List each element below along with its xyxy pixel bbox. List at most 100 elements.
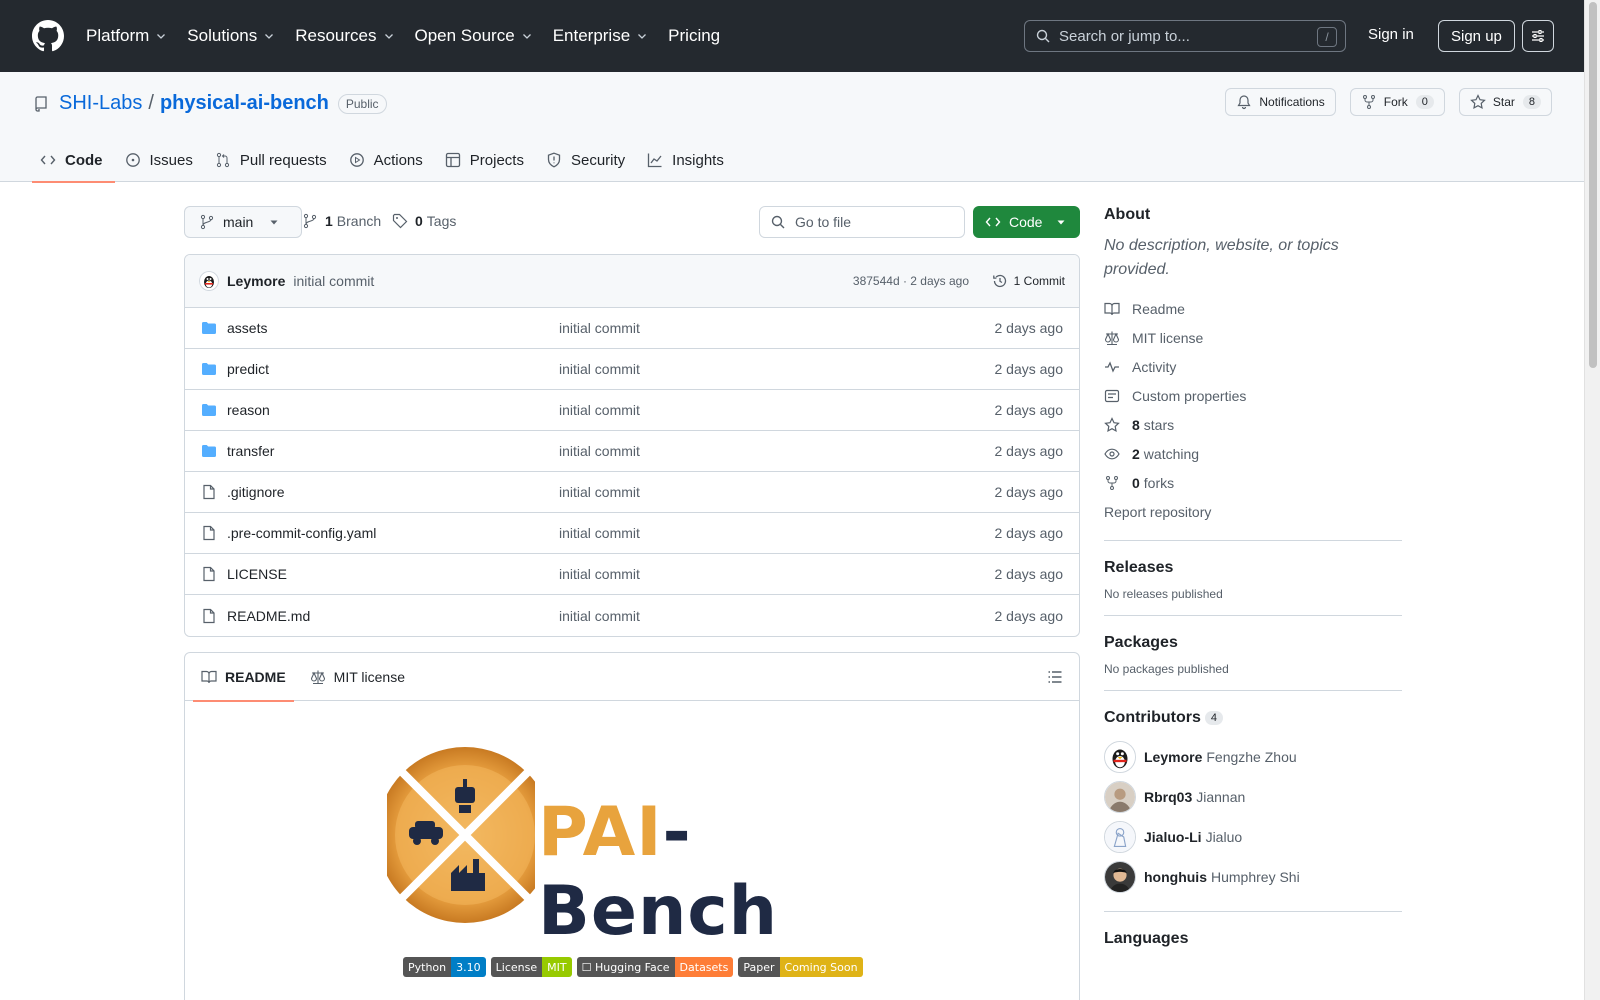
forks-link[interactable]: 0 forks: [1104, 468, 1402, 497]
nav-enterprise[interactable]: Enterprise: [553, 26, 648, 46]
tab-insights[interactable]: Insights: [639, 138, 736, 182]
commit-author-link[interactable]: Leymore: [227, 273, 285, 289]
contributor-login: Jialuo-Li: [1144, 829, 1202, 845]
tab-security[interactable]: Security: [538, 138, 637, 182]
file-commit-message[interactable]: initial commit: [559, 566, 640, 582]
tab-projects[interactable]: Projects: [437, 138, 536, 182]
contributor-row[interactable]: honghuis Humphrey Shi: [1104, 857, 1402, 897]
tab-actions[interactable]: Actions: [341, 138, 435, 182]
report-repository-link[interactable]: Report repository: [1104, 497, 1402, 526]
note-icon: [1104, 389, 1120, 402]
file-name-link[interactable]: .gitignore: [227, 484, 285, 500]
penguin-avatar[interactable]: [199, 271, 219, 291]
hugging-face-badge[interactable]: ☐ Hugging Face Datasets: [576, 957, 734, 977]
nav-pricing[interactable]: Pricing: [668, 26, 720, 46]
file-name-link[interactable]: .pre-commit-config.yaml: [227, 525, 376, 541]
paper-badge[interactable]: Paper Coming Soon: [738, 957, 863, 977]
file-commit-message[interactable]: initial commit: [559, 608, 640, 624]
commit-history-link[interactable]: 1 Commit: [992, 273, 1065, 289]
contributor-name: Fengzhe Zhou: [1206, 749, 1297, 765]
star-button[interactable]: Star 8: [1458, 88, 1552, 116]
file-commit-message[interactable]: initial commit: [559, 402, 640, 418]
branches-link[interactable]: 1 Branch: [302, 213, 381, 229]
file-date: 2 days ago: [994, 566, 1064, 582]
nav-platform[interactable]: Platform: [86, 26, 167, 46]
file-name-link[interactable]: predict: [227, 361, 269, 377]
go-to-file-placeholder: Go to file: [795, 214, 852, 230]
sign-in-link[interactable]: Sign in: [1368, 26, 1414, 43]
avatar[interactable]: [1104, 821, 1136, 853]
search-shortcut-hint: /: [1317, 27, 1337, 47]
file-date: 2 days ago: [994, 402, 1064, 418]
notifications-label: Notifications: [1259, 95, 1325, 109]
file-commit-message[interactable]: initial commit: [559, 484, 640, 500]
commit-message-link[interactable]: initial commit: [293, 273, 374, 289]
custom-properties-link[interactable]: Custom properties: [1104, 381, 1402, 410]
contributors-heading[interactable]: Contributors 4: [1104, 709, 1402, 727]
nav-resources[interactable]: Resources: [295, 26, 394, 46]
filter-menu-button[interactable]: [1522, 20, 1554, 52]
file-commit-message[interactable]: initial commit: [559, 361, 640, 377]
watching-link[interactable]: 2 watching: [1104, 439, 1402, 468]
table-row[interactable]: assets initial commit 2 days ago: [185, 308, 1079, 349]
global-search-input[interactable]: Search or jump to... /: [1024, 20, 1346, 52]
file-commit-message[interactable]: initial commit: [559, 525, 640, 541]
license-link[interactable]: MIT license: [1104, 323, 1402, 352]
avatar[interactable]: [1104, 781, 1136, 813]
avatar[interactable]: [1104, 741, 1136, 773]
code-dropdown-button[interactable]: Code: [973, 206, 1080, 238]
stars-link[interactable]: 8 stars: [1104, 410, 1402, 439]
file-name-link[interactable]: README.md: [227, 608, 310, 624]
readme-link[interactable]: Readme: [1104, 294, 1402, 323]
table-row[interactable]: LICENSE initial commit 2 days ago: [185, 554, 1079, 595]
license-badge[interactable]: License MIT: [490, 957, 572, 977]
go-to-file-input[interactable]: Go to file: [759, 206, 965, 238]
graph-icon: [648, 153, 662, 168]
table-row[interactable]: .pre-commit-config.yaml initial commit 2…: [185, 513, 1079, 554]
notifications-button[interactable]: Notifications: [1225, 88, 1336, 116]
table-row[interactable]: .gitignore initial commit 2 days ago: [185, 472, 1079, 513]
contributor-row[interactable]: Rbrq03 Jiannan: [1104, 777, 1402, 817]
nav-solutions[interactable]: Solutions: [187, 26, 275, 46]
file-name-link[interactable]: assets: [227, 320, 267, 336]
packages-heading[interactable]: Packages: [1104, 634, 1402, 652]
tab-pull-requests[interactable]: Pull requests: [207, 138, 339, 182]
languages-heading: Languages: [1104, 930, 1189, 947]
commit-hash-date[interactable]: 387544d · 2 days ago: [853, 274, 969, 288]
nav-open-source[interactable]: Open Source: [415, 26, 533, 46]
contributor-row[interactable]: Leymore Fengzhe Zhou: [1104, 737, 1402, 777]
tab-readme[interactable]: README: [193, 653, 294, 702]
tags-link[interactable]: 0 Tags: [392, 213, 456, 229]
sign-up-button[interactable]: Sign up: [1438, 20, 1515, 52]
tab-license[interactable]: MIT license: [302, 653, 413, 701]
repo-name-link[interactable]: physical-ai-bench: [160, 92, 329, 115]
outline-icon[interactable]: [1047, 669, 1063, 685]
table-row[interactable]: predict initial commit 2 days ago: [185, 349, 1079, 390]
contributors-count: 4: [1204, 710, 1223, 725]
github-logo-icon[interactable]: [32, 20, 64, 52]
file-commit-message[interactable]: initial commit: [559, 320, 640, 336]
repo-owner-link[interactable]: SHI-Labs: [59, 92, 142, 115]
file-name-link[interactable]: LICENSE: [227, 566, 287, 582]
file-name-link[interactable]: transfer: [227, 443, 274, 459]
branch-select[interactable]: main: [184, 206, 303, 238]
tag-count: 0: [415, 213, 423, 229]
releases-heading[interactable]: Releases: [1104, 559, 1402, 577]
contributor-row[interactable]: Jialuo-Li Jialuo: [1104, 817, 1402, 857]
repo-tabs: Code Issues Pull requests Actions Projec…: [32, 138, 738, 183]
file-name-link[interactable]: reason: [227, 402, 270, 418]
scrollbar-thumb[interactable]: [1589, 2, 1597, 368]
table-row[interactable]: reason initial commit 2 days ago: [185, 390, 1079, 431]
avatar[interactable]: [1104, 861, 1136, 893]
table-row[interactable]: README.md initial commit 2 days ago: [185, 595, 1079, 636]
tab-code[interactable]: Code: [32, 138, 115, 183]
file-commit-message[interactable]: initial commit: [559, 443, 640, 459]
repo-icon: [35, 95, 47, 112]
badge-value: Datasets: [674, 957, 734, 977]
activity-link[interactable]: Activity: [1104, 352, 1402, 381]
tab-issues[interactable]: Issues: [117, 138, 205, 182]
page-scrollbar[interactable]: [1584, 0, 1600, 1000]
table-row[interactable]: transfer initial commit 2 days ago: [185, 431, 1079, 472]
fork-button[interactable]: Fork 0: [1349, 88, 1445, 116]
python-version-badge[interactable]: Python 3.10: [403, 957, 486, 977]
